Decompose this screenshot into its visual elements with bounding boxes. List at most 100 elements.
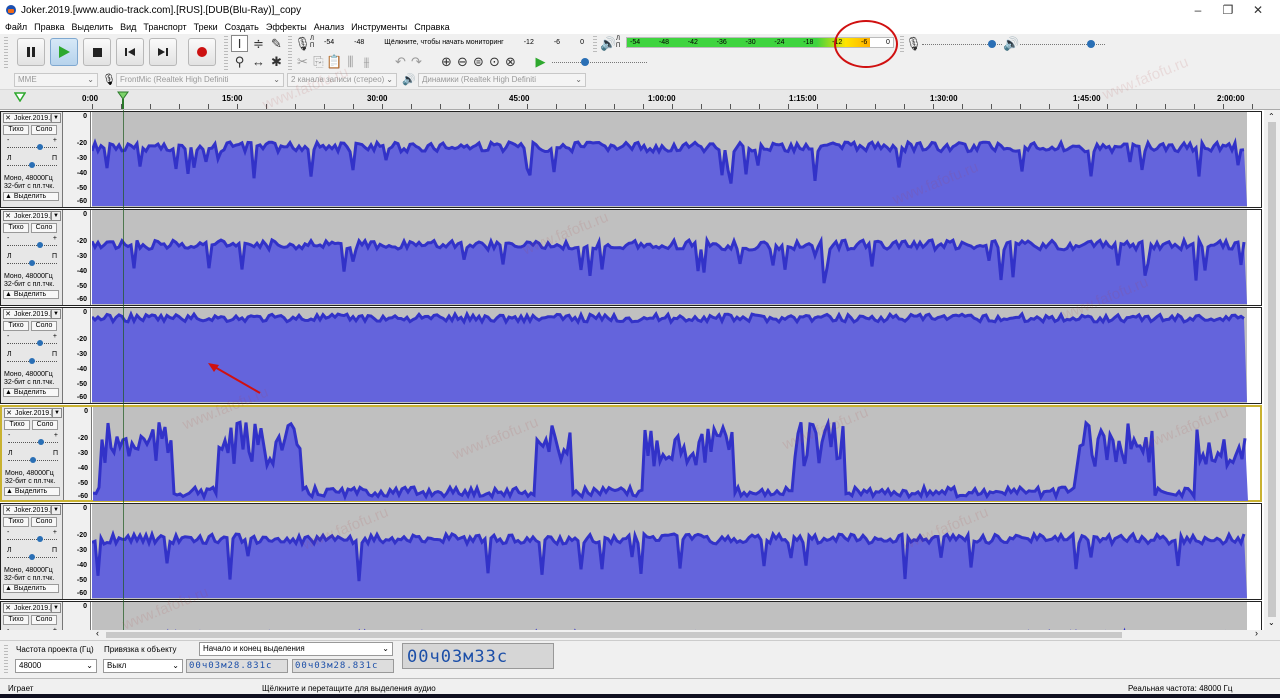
mute-button[interactable]: Тихо: [3, 321, 29, 331]
track-name-menu[interactable]: ✕ Joker.2019.[ ▼: [3, 309, 61, 319]
gain-slider[interactable]: - +: [7, 137, 57, 152]
solo-button[interactable]: Соло: [31, 517, 57, 527]
rec-meter-grip[interactable]: [288, 36, 292, 52]
envelope-tool[interactable]: ≑: [250, 35, 267, 52]
select-track-button[interactable]: ▲ Выделить: [3, 388, 59, 397]
zoom-tool[interactable]: ⚲: [231, 53, 248, 70]
close-icon[interactable]: ✕: [4, 604, 12, 612]
track-name-menu[interactable]: ✕ Joker.2019.[ ▼: [3, 505, 61, 515]
mute-button[interactable]: Тихо: [3, 223, 29, 233]
skip-to-start-button[interactable]: [116, 38, 144, 66]
fit-project-button[interactable]: ⊙: [486, 53, 503, 70]
output-device-select[interactable]: Динамики (Realtek High Definiti ⌄: [418, 73, 586, 87]
vertical-scrollbar[interactable]: ⌃ ⌄: [1264, 110, 1280, 630]
menu-select[interactable]: Выделить: [72, 22, 114, 32]
play-button[interactable]: [50, 38, 78, 66]
track-control-panel[interactable]: ✕ Joker.2019.[ ▼ Тихо Соло - + Л П Моно,…: [2, 407, 64, 500]
playhead-icon[interactable]: [117, 91, 129, 109]
selection-end-time[interactable]: 00ч03м28.831с: [292, 659, 394, 673]
rec-volume-knob[interactable]: [988, 40, 997, 48]
channels-select[interactable]: 2 канала записи (стерео) ⌄: [287, 73, 397, 87]
record-button[interactable]: [188, 38, 216, 66]
audio-track[interactable]: ✕ Joker.2019.[ ▼ Тихо Соло - + Л П Моно,…: [0, 503, 1262, 600]
menu-help[interactable]: Справка: [414, 22, 449, 32]
redo-button[interactable]: ↷: [408, 53, 425, 70]
record-meter[interactable]: Л П -54 -48 Щёлкните, чтобы начать монит…: [308, 36, 588, 49]
waveform-area[interactable]: [92, 602, 1247, 630]
pan-knob[interactable]: [29, 554, 35, 560]
horizontal-scroll-thumb[interactable]: [106, 632, 1122, 638]
gain-slider[interactable]: - +: [7, 333, 57, 348]
audio-track[interactable]: ✕ Joker.2019.[ ▼ Тихо Соло - + Л П Моно,…: [0, 405, 1262, 502]
transport-grip[interactable]: [4, 37, 8, 69]
chevron-down-icon[interactable]: ▼: [51, 212, 60, 220]
mute-button[interactable]: Тихо: [3, 517, 29, 527]
gain-knob[interactable]: [37, 242, 43, 248]
pan-knob[interactable]: [30, 457, 36, 463]
trim-button[interactable]: ⫼: [342, 53, 359, 70]
track-name-menu[interactable]: ✕ Joker.2019.[ ▼: [3, 113, 61, 123]
track-control-panel[interactable]: ✕ Joker.2019.[ ▼ Тихо Соло - + Л П Моно,…: [1, 308, 63, 403]
waveform-area[interactable]: [92, 308, 1247, 403]
horizontal-scrollbar[interactable]: ‹ ›: [92, 628, 1264, 640]
chevron-down-icon[interactable]: ▼: [52, 409, 61, 417]
cut-button[interactable]: ✂: [294, 53, 311, 70]
zoom-toggle-button[interactable]: ⊗: [502, 53, 519, 70]
select-track-button[interactable]: ▲ Выделить: [4, 487, 60, 496]
project-rate-select[interactable]: 48000 ⌄: [15, 659, 97, 673]
stop-button[interactable]: [83, 38, 111, 66]
pan-slider[interactable]: Л П: [7, 253, 57, 268]
vertical-ruler[interactable]: 0 -20 -30 -40 -50 -60: [63, 308, 91, 403]
close-icon[interactable]: ✕: [4, 114, 12, 122]
waveform-area[interactable]: [93, 407, 1248, 501]
mute-button[interactable]: Тихо: [3, 125, 29, 135]
waveform-area[interactable]: [92, 112, 1247, 207]
gain-slider[interactable]: - +: [7, 529, 57, 544]
waveform-area[interactable]: [92, 504, 1247, 599]
vertical-ruler[interactable]: 0 -20 -30 -40 -50 -60: [63, 112, 91, 207]
speed-knob[interactable]: [580, 58, 589, 66]
menu-transport[interactable]: Транспорт: [143, 22, 186, 32]
play-meter-grip[interactable]: [593, 36, 597, 52]
menu-edit[interactable]: Правка: [34, 22, 64, 32]
scroll-up-icon[interactable]: ⌃: [1268, 112, 1275, 121]
chevron-down-icon[interactable]: ▼: [51, 310, 60, 318]
select-track-button[interactable]: ▲ Выделить: [3, 584, 59, 593]
pan-slider[interactable]: Л П: [7, 155, 57, 170]
vertical-ruler[interactable]: 0 -20 -30 -40 -50 -60: [63, 602, 91, 630]
silence-button[interactable]: ⫵: [358, 53, 375, 70]
vertical-ruler[interactable]: 0 -20 -30 -40 -50 -60: [64, 407, 92, 500]
vertical-ruler[interactable]: 0 -20 -30 -40 -50 -60: [63, 210, 91, 305]
scroll-down-icon[interactable]: ⌄: [1268, 618, 1275, 627]
selection-grip[interactable]: [4, 645, 8, 675]
close-icon[interactable]: ✕: [4, 212, 12, 220]
gain-knob[interactable]: [37, 536, 43, 542]
chevron-down-icon[interactable]: ▼: [51, 506, 60, 514]
select-track-button[interactable]: ▲ Выделить: [3, 192, 59, 201]
gain-slider[interactable]: - +: [7, 235, 57, 250]
solo-button[interactable]: Соло: [31, 321, 57, 331]
close-icon[interactable]: ✕: [4, 310, 12, 318]
menu-tracks[interactable]: Треки: [194, 22, 218, 32]
chevron-down-icon[interactable]: ▼: [51, 114, 60, 122]
scroll-left-icon[interactable]: ‹: [96, 628, 99, 638]
audio-track[interactable]: ✕ Joker.2019.[ ▼ Тихо Соло - + Л П Моно,…: [0, 209, 1262, 306]
copy-button[interactable]: ⎘: [310, 53, 327, 70]
edit-grip[interactable]: [288, 54, 292, 70]
close-icon[interactable]: ✕: [4, 506, 12, 514]
selection-tool[interactable]: I: [231, 35, 248, 52]
chevron-down-icon[interactable]: ▼: [51, 604, 60, 612]
pan-slider[interactable]: Л П: [7, 547, 57, 562]
input-device-select[interactable]: FrontMic (Realtek High Definiti ⌄: [116, 73, 284, 87]
pan-slider[interactable]: Л П: [8, 450, 58, 465]
play-at-speed-button[interactable]: ▶: [532, 53, 549, 70]
pan-knob[interactable]: [29, 162, 35, 168]
timeline-options-icon[interactable]: [14, 92, 26, 102]
track-control-panel[interactable]: ✕ Joker.2019.[ ▼ Тихо Соло - + Л П Моно,…: [1, 210, 63, 305]
solo-button[interactable]: Соло: [32, 420, 58, 430]
track-control-panel[interactable]: ✕ Joker.2019.[ ▼ Тихо Соло - + Л П Моно,…: [1, 112, 63, 207]
mute-button[interactable]: Тихо: [4, 420, 30, 430]
paste-button[interactable]: 📋: [326, 53, 343, 70]
menu-tools[interactable]: Инструменты: [351, 22, 407, 32]
tracks-panel[interactable]: ✕ Joker.2019.[ ▼ Тихо Соло - + Л П Моно,…: [0, 110, 1264, 630]
